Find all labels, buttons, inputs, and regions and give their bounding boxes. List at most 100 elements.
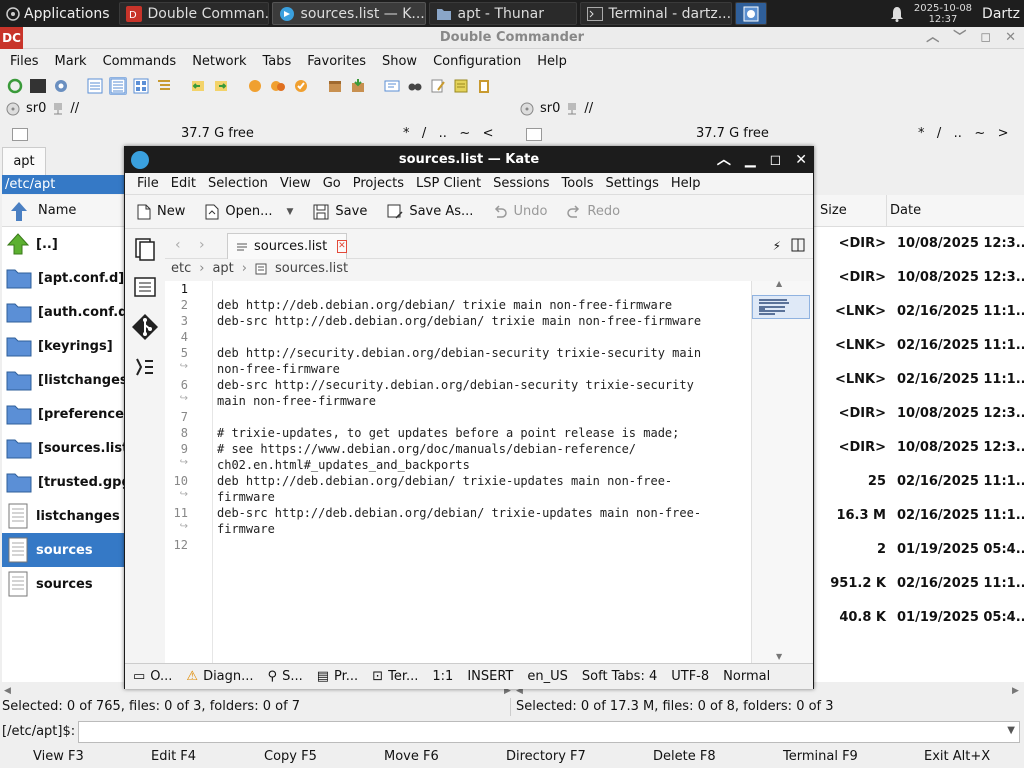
terminal-panel-button[interactable]: ⊡ Ter... bbox=[372, 669, 418, 684]
drive-right[interactable]: sr0 // bbox=[520, 101, 593, 116]
save-as-button[interactable]: Save As... bbox=[387, 204, 473, 220]
extract-icon[interactable] bbox=[349, 77, 367, 95]
chevron-down-icon[interactable]: ▼ bbox=[1007, 725, 1015, 736]
test-archive-icon[interactable] bbox=[292, 77, 310, 95]
menu-show[interactable]: Show bbox=[382, 54, 417, 69]
column-name[interactable]: Name bbox=[38, 203, 76, 218]
table-row[interactable]: <DIR> 10/08/2025 12:3... bbox=[812, 397, 1024, 431]
menu-lsp-client[interactable]: LSP Client bbox=[416, 176, 481, 191]
undo-button[interactable]: Undo bbox=[493, 204, 547, 219]
table-row[interactable]: <DIR> 10/08/2025 12:3... bbox=[812, 431, 1024, 465]
scroll-left-icon[interactable]: ◀ bbox=[4, 686, 11, 696]
chevron-down-icon[interactable]: ﹀ bbox=[953, 27, 966, 49]
column-divider[interactable] bbox=[886, 195, 887, 227]
back-icon[interactable]: ‹ bbox=[175, 237, 181, 253]
column-size[interactable]: Size bbox=[820, 203, 847, 218]
menu-favorites[interactable]: Favorites bbox=[307, 54, 366, 69]
clock[interactable]: 2025-10-08 12:37 bbox=[914, 3, 972, 25]
documents-icon[interactable] bbox=[133, 237, 157, 261]
menu-files[interactable]: Files bbox=[10, 54, 39, 69]
menu-mark[interactable]: Mark bbox=[55, 54, 87, 69]
view-f3-button[interactable]: View F3 bbox=[33, 749, 84, 764]
menu-help[interactable]: Help bbox=[671, 176, 701, 191]
delete-f8-button[interactable]: Delete F8 bbox=[653, 749, 716, 764]
exit-button[interactable]: Exit Alt+X bbox=[924, 749, 990, 764]
menu-commands[interactable]: Commands bbox=[103, 54, 177, 69]
save-button[interactable]: Save bbox=[313, 204, 367, 220]
archive-icon[interactable] bbox=[326, 77, 344, 95]
applications-menu[interactable]: Applications bbox=[0, 0, 116, 27]
rename-icon[interactable] bbox=[383, 77, 401, 95]
breadcrumb-etc[interactable]: etc bbox=[171, 261, 191, 276]
thumbnail-view-icon[interactable] bbox=[132, 77, 150, 95]
search-panel-button[interactable]: ⚲ S... bbox=[268, 669, 303, 684]
dictionary[interactable]: en_US bbox=[527, 669, 568, 684]
list-item[interactable]: [apt.conf.d] bbox=[2, 261, 124, 295]
terminal-icon[interactable] bbox=[29, 77, 47, 95]
user-menu[interactable]: Dartz bbox=[982, 6, 1020, 22]
list-item[interactable]: sources bbox=[2, 567, 124, 601]
menu-sessions[interactable]: Sessions bbox=[493, 176, 549, 191]
notification-bell-icon[interactable] bbox=[890, 6, 904, 22]
full-view-icon[interactable] bbox=[109, 77, 127, 95]
breadcrumb-file[interactable]: sources.list bbox=[275, 261, 348, 276]
input-mode[interactable]: INSERT bbox=[467, 669, 513, 684]
menu-projects[interactable]: Projects bbox=[353, 176, 404, 191]
minimap-scrollbar[interactable]: ▲ ▼ bbox=[751, 279, 811, 663]
command-input[interactable]: ▼ bbox=[78, 721, 1020, 743]
tab-apt[interactable]: apt bbox=[2, 147, 46, 175]
maximize-icon[interactable]: ◻ bbox=[980, 27, 991, 49]
table-row[interactable]: <LNK> 02/16/2025 11:1... bbox=[812, 329, 1024, 363]
tab-sources-list[interactable]: sources.list ✕ bbox=[227, 233, 347, 259]
close-tab-icon[interactable]: ✕ bbox=[337, 240, 347, 253]
chevron-down-icon[interactable]: ▼ bbox=[286, 207, 293, 217]
table-row[interactable]: 2 01/19/2025 05:4... bbox=[812, 533, 1024, 567]
close-icon[interactable]: ✕ bbox=[795, 147, 807, 173]
menu-tools[interactable]: Tools bbox=[562, 176, 594, 191]
directory-f7-button[interactable]: Directory F7 bbox=[506, 749, 586, 764]
indentation[interactable]: Soft Tabs: 4 bbox=[582, 669, 657, 684]
list-item[interactable]: [keyrings] bbox=[2, 329, 124, 363]
edit-icon[interactable] bbox=[429, 77, 447, 95]
task-preview-button[interactable] bbox=[734, 2, 767, 25]
symbol-outline-icon[interactable] bbox=[133, 355, 157, 379]
cursor-position[interactable]: 1:1 bbox=[432, 669, 453, 684]
task-double-commander[interactable]: D Double Comman... bbox=[118, 2, 269, 25]
table-row[interactable]: <DIR> 10/08/2025 12:3... bbox=[812, 227, 1024, 261]
drive-toggle-right[interactable] bbox=[526, 128, 542, 141]
list-item[interactable]: [..] bbox=[2, 227, 124, 261]
table-row[interactable]: 40.8 K 01/19/2025 05:4... bbox=[812, 601, 1024, 635]
menu-view[interactable]: View bbox=[280, 176, 311, 191]
git-icon[interactable] bbox=[131, 313, 159, 341]
maximize-icon[interactable]: ◻ bbox=[770, 147, 782, 173]
search-icon[interactable] bbox=[406, 77, 424, 95]
menu-file[interactable]: File bbox=[137, 176, 159, 191]
syntax-mode[interactable]: Normal bbox=[723, 669, 770, 684]
breadcrumb-apt[interactable]: apt bbox=[212, 261, 233, 276]
pack-icon[interactable] bbox=[246, 77, 264, 95]
drive-toggle-left[interactable] bbox=[12, 128, 28, 141]
task-kate[interactable]: sources.list — K... bbox=[271, 2, 426, 25]
list-item[interactable]: [trusted.gpg... bbox=[2, 465, 124, 499]
menu-configuration[interactable]: Configuration bbox=[433, 54, 521, 69]
quick-open-icon[interactable]: ⚡ bbox=[773, 239, 781, 253]
scroll-up-icon[interactable]: ▲ bbox=[776, 279, 782, 288]
brief-view-icon[interactable] bbox=[86, 77, 104, 95]
table-row[interactable]: <LNK> 02/16/2025 11:1... bbox=[812, 295, 1024, 329]
task-terminal[interactable]: Terminal - dartz... bbox=[579, 2, 732, 25]
menu-selection[interactable]: Selection bbox=[208, 176, 268, 191]
scroll-right-icon[interactable]: ▶ bbox=[1012, 686, 1019, 696]
clipboard-icon[interactable] bbox=[475, 77, 493, 95]
nav-buttons-right[interactable]: * / .. ~ > bbox=[918, 126, 1009, 141]
table-row[interactable]: <DIR> 10/08/2025 12:3... bbox=[812, 261, 1024, 295]
table-row[interactable]: <LNK> 02/16/2025 11:1... bbox=[812, 363, 1024, 397]
copy-left-icon[interactable] bbox=[189, 77, 207, 95]
menu-help[interactable]: Help bbox=[537, 54, 567, 69]
unpack-icon[interactable] bbox=[269, 77, 287, 95]
encoding[interactable]: UTF-8 bbox=[671, 669, 709, 684]
output-panel-button[interactable]: ▭ O... bbox=[133, 669, 172, 684]
table-row[interactable]: 25 02/16/2025 11:1... bbox=[812, 465, 1024, 499]
flat-view-icon[interactable] bbox=[155, 77, 173, 95]
menu-tabs[interactable]: Tabs bbox=[262, 54, 291, 69]
menu-edit[interactable]: Edit bbox=[171, 176, 196, 191]
